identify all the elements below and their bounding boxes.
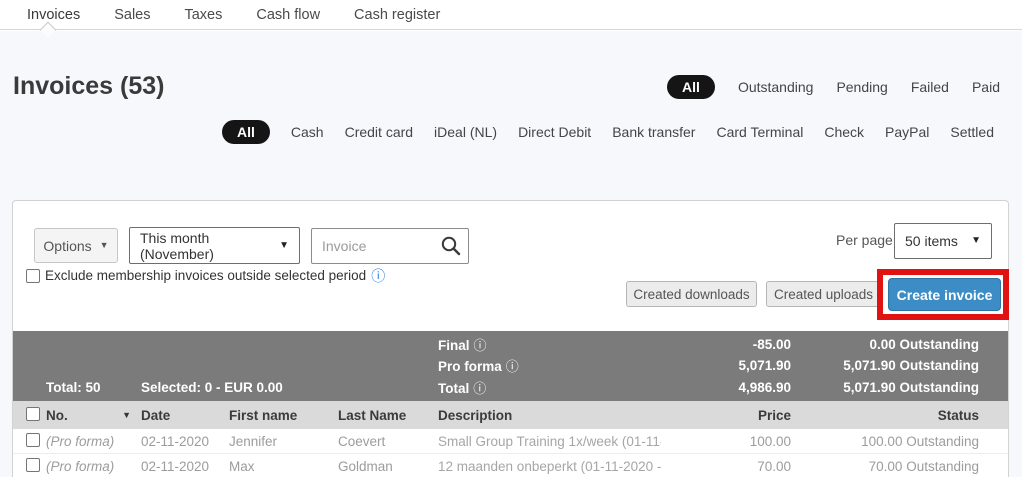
- summary-row-total: Total: 50 Selected: 0 - EUR 0.00 Total ⓘ …: [13, 377, 1008, 398]
- column-no[interactable]: No.: [46, 408, 68, 423]
- cell-date: 02-11-2020: [141, 458, 210, 474]
- nav-item-cash-register[interactable]: Cash register: [354, 7, 440, 23]
- created-uploads-button[interactable]: Created uploads: [766, 281, 881, 307]
- column-description[interactable]: Description: [438, 408, 661, 423]
- search-icon[interactable]: [440, 235, 462, 257]
- summary-row-proforma: Pro forma ⓘ 5,071.90 5,071.90 Outstanding: [13, 355, 1008, 376]
- exclude-membership-row: Exclude membership invoices outside sele…: [26, 268, 385, 283]
- summary-total-amount: 4,986.90: [738, 379, 791, 395]
- table-row[interactable]: (Pro forma) 02-11-2020 Max Goldman 12 ma…: [13, 454, 1008, 477]
- status-filter-failed[interactable]: Failed: [911, 79, 949, 95]
- payment-filter-all[interactable]: All: [222, 120, 270, 144]
- payment-filter-ideal[interactable]: iDeal (NL): [434, 124, 497, 140]
- cell-no: (Pro forma): [46, 458, 115, 474]
- summary-final-label: Final: [438, 338, 470, 354]
- cell-date: 02-11-2020: [141, 433, 210, 449]
- created-downloads-button[interactable]: Created downloads: [626, 281, 757, 307]
- cell-status: 70.00 Outstanding: [868, 458, 979, 474]
- exclude-membership-checkbox[interactable]: [26, 268, 40, 283]
- cell-first-name: Max: [229, 458, 255, 474]
- column-status[interactable]: Status: [791, 408, 979, 423]
- summary-proforma-label: Pro forma: [438, 359, 502, 375]
- summary-total-count: Total: 50: [46, 379, 101, 395]
- per-page-select[interactable]: 50 items ▼: [894, 223, 992, 259]
- row-checkbox[interactable]: [26, 432, 40, 447]
- invoices-panel: Options ▼ This month (November) ▼ Per pa…: [12, 200, 1009, 477]
- info-icon[interactable]: ⓘ: [506, 359, 519, 374]
- payment-filter-row: All Cash Credit card iDeal (NL) Direct D…: [222, 119, 994, 145]
- cell-no: (Pro forma): [46, 433, 115, 449]
- summary-selected: Selected: 0 - EUR 0.00: [141, 379, 283, 395]
- summary-proforma-status: 5,071.90 Outstanding: [843, 358, 979, 374]
- per-page-label: Per page:: [836, 232, 897, 248]
- nav-item-sales[interactable]: Sales: [114, 7, 150, 23]
- summary-final-amount: -85.00: [752, 337, 791, 353]
- status-filter-row: All Outstanding Pending Failed Paid: [667, 74, 1000, 100]
- payment-filter-check[interactable]: Check: [824, 124, 864, 140]
- column-price[interactable]: Price: [661, 408, 791, 423]
- page-title: Invoices (53): [13, 72, 165, 100]
- options-button[interactable]: Options ▼: [34, 228, 118, 263]
- payment-filter-paypal[interactable]: PayPal: [885, 124, 929, 140]
- cell-status: 100.00 Outstanding: [861, 433, 979, 449]
- status-filter-pending[interactable]: Pending: [836, 79, 887, 95]
- options-button-label: Options: [43, 237, 92, 254]
- cell-last-name: Coevert: [338, 433, 386, 449]
- nav-item-invoices[interactable]: Invoices: [27, 7, 80, 23]
- summary-final-status: 0.00 Outstanding: [869, 337, 979, 353]
- summary-bar: Final ⓘ -85.00 0.00 Outstanding Pro forma…: [13, 331, 1008, 401]
- payment-filter-credit-card[interactable]: Credit card: [345, 124, 413, 140]
- table-header: No. ▼ Date First name Last Name Descript…: [13, 401, 1008, 429]
- sort-desc-icon[interactable]: ▼: [122, 410, 131, 420]
- payment-filter-cash[interactable]: Cash: [291, 124, 324, 140]
- summary-row-final: Final ⓘ -85.00 0.00 Outstanding: [13, 334, 1008, 355]
- create-invoice-button[interactable]: Create invoice: [888, 278, 1001, 311]
- per-page-select-value: 50 items: [905, 233, 958, 249]
- cell-last-name: Goldman: [338, 458, 393, 474]
- chevron-down-icon: ▼: [279, 239, 289, 251]
- payment-filter-card-terminal[interactable]: Card Terminal: [716, 124, 803, 140]
- info-icon[interactable]: ⓘ: [474, 338, 487, 353]
- status-filter-paid[interactable]: Paid: [972, 79, 1000, 95]
- cell-price: 70.00: [757, 458, 791, 474]
- exclude-membership-label: Exclude membership invoices outside sele…: [45, 268, 367, 283]
- top-nav: Invoices Sales Taxes Cash flow Cash regi…: [0, 0, 1022, 30]
- info-icon[interactable]: ⓘ: [473, 381, 486, 396]
- nav-item-cash-flow[interactable]: Cash flow: [256, 7, 320, 23]
- invoices-page: Invoices Sales Taxes Cash flow Cash regi…: [0, 0, 1022, 477]
- period-select-value: This month (November): [140, 229, 214, 262]
- info-icon[interactable]: ⓘ: [371, 269, 385, 283]
- status-filter-outstanding[interactable]: Outstanding: [738, 79, 814, 95]
- nav-item-taxes[interactable]: Taxes: [184, 7, 222, 23]
- summary-total-status: 5,071.90 Outstanding: [843, 379, 979, 395]
- summary-proforma-amount: 5,071.90: [738, 358, 791, 374]
- column-first-name[interactable]: First name: [229, 408, 338, 423]
- column-last-name[interactable]: Last Name: [338, 408, 438, 423]
- cell-price: 100.00: [749, 433, 791, 449]
- payment-filter-settled[interactable]: Settled: [950, 124, 994, 140]
- chevron-down-icon: ▼: [971, 235, 981, 246]
- payment-filter-bank-transfer[interactable]: Bank transfer: [612, 124, 695, 140]
- invoice-search: [311, 228, 469, 264]
- column-date[interactable]: Date: [141, 408, 229, 423]
- select-all-checkbox[interactable]: [26, 406, 40, 421]
- chevron-down-icon: ▼: [99, 240, 109, 250]
- cell-description: Small Group Training 1x/week (01-11-2020…: [438, 433, 661, 449]
- status-filter-all[interactable]: All: [667, 75, 715, 99]
- table-row[interactable]: (Pro forma) 02-11-2020 Jennifer Coevert …: [13, 429, 1008, 454]
- cell-first-name: Jennifer: [229, 433, 278, 449]
- period-select[interactable]: This month (November) ▼: [129, 227, 300, 264]
- summary-total-label: Total: [438, 380, 470, 396]
- cell-description: 12 maanden onbeperkt (01-11-2020 - 30-11…: [438, 458, 661, 474]
- payment-filter-direct-debit[interactable]: Direct Debit: [518, 124, 591, 140]
- row-checkbox[interactable]: [26, 457, 40, 472]
